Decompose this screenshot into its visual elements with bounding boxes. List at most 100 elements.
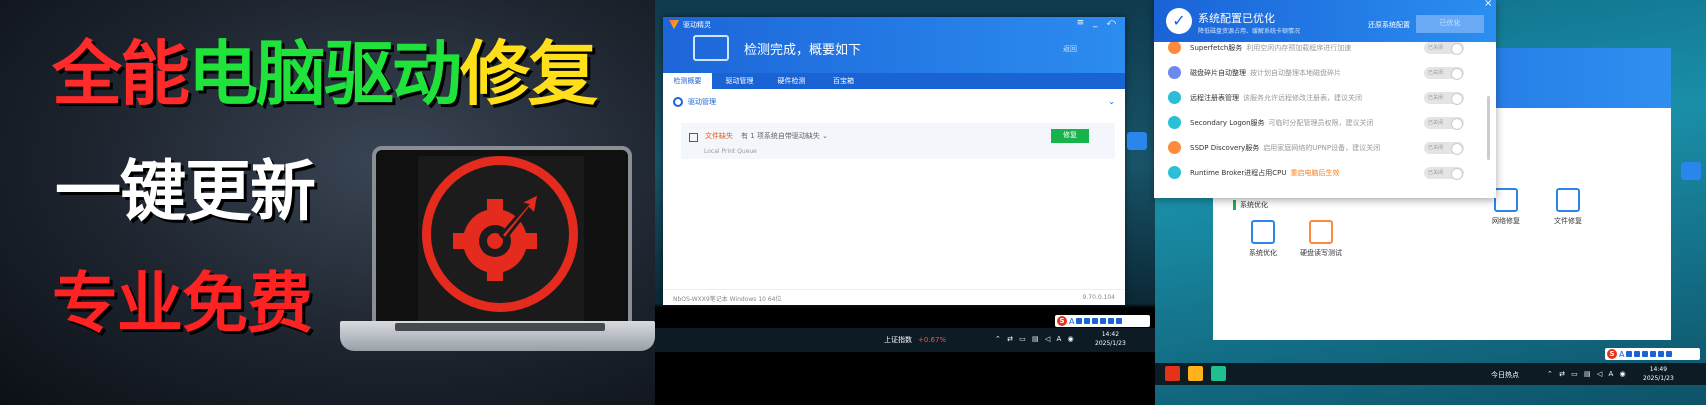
chevron-down-icon[interactable]: ⌄ bbox=[1108, 97, 1115, 106]
ime-keyboard-icon[interactable] bbox=[1642, 351, 1649, 357]
ime-tools-icon[interactable] bbox=[1658, 351, 1665, 357]
optimize-item: 远程注册表管理 该服务允许远程修改注册表，建议关闭 已关闭 bbox=[1168, 88, 1488, 108]
item-title: 磁盘碎片自动整理 bbox=[1190, 69, 1246, 77]
network-icon bbox=[1494, 188, 1518, 212]
ime-mic-icon[interactable] bbox=[1084, 318, 1091, 324]
ime-toolbar[interactable]: S A bbox=[1605, 348, 1700, 360]
tab-driver-management[interactable]: 驱动管理 bbox=[715, 73, 764, 89]
floating-side-icon[interactable] bbox=[1127, 132, 1147, 150]
system-tray-icons[interactable]: ⌃ ⇄ ▭ ▤ ◁ A ◉ bbox=[995, 335, 1076, 343]
driver-name: Local Print Queue bbox=[704, 148, 757, 155]
pinned-app-icon[interactable] bbox=[1165, 366, 1180, 381]
item-description: 启用家庭网络的UPNP设备，建议关闭 bbox=[1263, 144, 1381, 152]
ime-skin-icon[interactable] bbox=[1100, 318, 1107, 324]
service-icon bbox=[1168, 141, 1181, 154]
taskbar: 上证指数 +0.67% ⌃ ⇄ ▭ ▤ ◁ A ◉ 14:42 2025/1/23 bbox=[655, 328, 1155, 352]
back-link[interactable]: 返回 bbox=[1063, 44, 1077, 54]
headline-part-2: 电脑驱动 bbox=[188, 33, 462, 115]
app-version: 9.70.0.104 bbox=[1082, 294, 1115, 301]
news-widget[interactable]: 今日热点 bbox=[1491, 370, 1519, 380]
laptop-keyboard bbox=[395, 323, 605, 331]
ime-toolbar[interactable]: S A bbox=[1055, 315, 1150, 327]
optimize-item-list: Superfetch服务 利用空闲内存预加载程序进行加速 已关闭 磁盘碎片自动整理 按计… bbox=[1154, 42, 1496, 198]
ime-mode-icon[interactable]: A bbox=[1619, 350, 1624, 359]
close-icon[interactable]: × bbox=[1484, 0, 1492, 9]
app-title: 驱动精灵 bbox=[683, 21, 711, 29]
tab-overview[interactable]: 检测概要 bbox=[663, 73, 712, 89]
item-toggle[interactable]: 已关闭 bbox=[1424, 67, 1464, 80]
restore-config-link[interactable]: 还原系统配置 bbox=[1368, 20, 1410, 30]
system-optimize-screenshot: 网络修复 文件修复 系统优化 系统优化 硬盘读写测试 ✓ 系统配置已优化 降低磁… bbox=[1154, 0, 1706, 405]
popup-title: 系统配置已优化 bbox=[1198, 12, 1275, 25]
ime-skin-icon[interactable] bbox=[1650, 351, 1657, 357]
item-name: Secondary Logon服务 可临时分配管理员权限，建议关闭 bbox=[1190, 118, 1374, 128]
item-name: SSDP Discovery服务 启用家庭网络的UPNP设备，建议关闭 bbox=[1190, 143, 1380, 153]
service-icon bbox=[1168, 116, 1181, 129]
item-description: 可临时分配管理员权限，建议关闭 bbox=[1268, 119, 1374, 127]
list-scrollbar[interactable] bbox=[1487, 96, 1490, 160]
item-toggle[interactable]: 已关闭 bbox=[1424, 92, 1464, 105]
pinned-app-icon[interactable] bbox=[1188, 366, 1203, 381]
item-description: 重启电脑后生效 bbox=[1290, 169, 1340, 177]
driver-issue-row: 文件缺失 有 1 项系统自带驱动缺失 ⌄ Local Print Queue 修… bbox=[681, 123, 1115, 159]
optimized-button[interactable]: 已优化 bbox=[1416, 15, 1484, 33]
tool-label: 硬盘读写测试 bbox=[1300, 249, 1342, 257]
system-info: NbOS-WXX9笔记本 Windows 10 64位 bbox=[673, 296, 782, 303]
item-toggle[interactable]: 已关闭 bbox=[1424, 42, 1464, 55]
file-icon bbox=[689, 133, 698, 142]
section-label: 驱动管理 bbox=[688, 98, 716, 106]
issue-description[interactable]: 有 1 项系统自带驱动缺失 ⌄ bbox=[741, 131, 828, 141]
clock-date: 2025/1/23 bbox=[1643, 375, 1674, 382]
file-repair-tool[interactable]: 文件修复 bbox=[1543, 188, 1593, 226]
screenshot-collage: 全能电脑驱动修复 一键更新 专业免费 驱动精灵 ≡ _ ⤺ 检测完成，概要如下 … bbox=[0, 0, 1706, 405]
tool-label: 文件修复 bbox=[1554, 217, 1582, 225]
item-description: 按计划自动整理本地磁盘碎片 bbox=[1250, 69, 1341, 77]
window-controls[interactable]: ≡ _ ⤺ bbox=[1077, 18, 1119, 28]
ime-mode-icon[interactable]: A bbox=[1069, 317, 1074, 326]
pinned-app-icon[interactable] bbox=[1211, 366, 1226, 381]
tab-toolbox[interactable]: 百宝箱 bbox=[819, 73, 868, 89]
tab-bar: 检测概要 驱动管理 硬件检测 百宝箱 bbox=[663, 73, 1125, 89]
ime-punct-icon[interactable] bbox=[1076, 318, 1083, 324]
item-toggle[interactable]: 已关闭 bbox=[1424, 117, 1464, 130]
stock-label: 上证指数 bbox=[884, 336, 912, 344]
item-toggle[interactable]: 已关闭 bbox=[1424, 167, 1464, 180]
ime-menu-icon[interactable] bbox=[1666, 351, 1673, 357]
item-toggle[interactable]: 已关闭 bbox=[1424, 142, 1464, 155]
popup-header: ✓ 系统配置已优化 降低磁盘资源占用、缓解系统卡顿情况 还原系统配置 已优化 × bbox=[1154, 0, 1496, 42]
stock-widget[interactable]: 上证指数 +0.67% bbox=[884, 335, 946, 345]
tool-label: 网络修复 bbox=[1492, 217, 1520, 225]
optimize-result-popup: ✓ 系统配置已优化 降低磁盘资源占用、缓解系统卡顿情况 还原系统配置 已优化 ×… bbox=[1154, 0, 1496, 198]
disk-test-tool[interactable]: 硬盘读写测试 bbox=[1296, 220, 1346, 258]
stock-change: +0.67% bbox=[918, 336, 947, 344]
file-icon bbox=[1556, 188, 1580, 212]
item-title: Secondary Logon服务 bbox=[1190, 119, 1265, 127]
sogou-ime-icon[interactable]: S bbox=[1607, 349, 1617, 359]
app-logo-icon bbox=[669, 20, 679, 29]
driver-app-logo bbox=[422, 156, 578, 312]
item-name: 远程注册表管理 该服务允许远程修改注册表，建议关闭 bbox=[1190, 93, 1362, 103]
service-icon bbox=[1168, 91, 1181, 104]
system-tray-icons[interactable]: ⌃ ⇄ ▭ ▤ ◁ A ◉ bbox=[1547, 370, 1628, 378]
ime-keyboard-icon[interactable] bbox=[1092, 318, 1099, 324]
ime-tools-icon[interactable] bbox=[1108, 318, 1115, 324]
driver-management-section[interactable]: 驱动管理 bbox=[673, 97, 716, 107]
headline-part-1: 全能 bbox=[52, 33, 190, 115]
service-icon bbox=[1168, 42, 1181, 54]
taskbar-clock[interactable]: 14:42 2025/1/23 bbox=[1095, 330, 1126, 348]
taskbar-clock[interactable]: 14:49 2025/1/23 bbox=[1643, 365, 1674, 383]
item-title: SSDP Discovery服务 bbox=[1190, 144, 1260, 152]
sogou-ime-icon[interactable]: S bbox=[1057, 316, 1067, 326]
monitor-scan-icon bbox=[693, 35, 729, 61]
item-description: 利用空闲内存预加载程序进行加速 bbox=[1246, 44, 1352, 52]
fix-button[interactable]: 修复 bbox=[1051, 129, 1089, 143]
ime-menu-icon[interactable] bbox=[1116, 318, 1123, 324]
ime-mic-icon[interactable] bbox=[1634, 351, 1641, 357]
ime-punct-icon[interactable] bbox=[1626, 351, 1633, 357]
headline-part-3: 修复 bbox=[460, 33, 598, 115]
item-title: Runtime Broker进程占用CPU bbox=[1190, 169, 1287, 177]
system-optimize-tool[interactable]: 系统优化 bbox=[1238, 220, 1288, 258]
promo-banner: 全能电脑驱动修复 一键更新 专业免费 bbox=[0, 0, 655, 405]
floating-side-icon[interactable] bbox=[1681, 162, 1701, 180]
tab-hardware-check[interactable]: 硬件检测 bbox=[767, 73, 816, 89]
